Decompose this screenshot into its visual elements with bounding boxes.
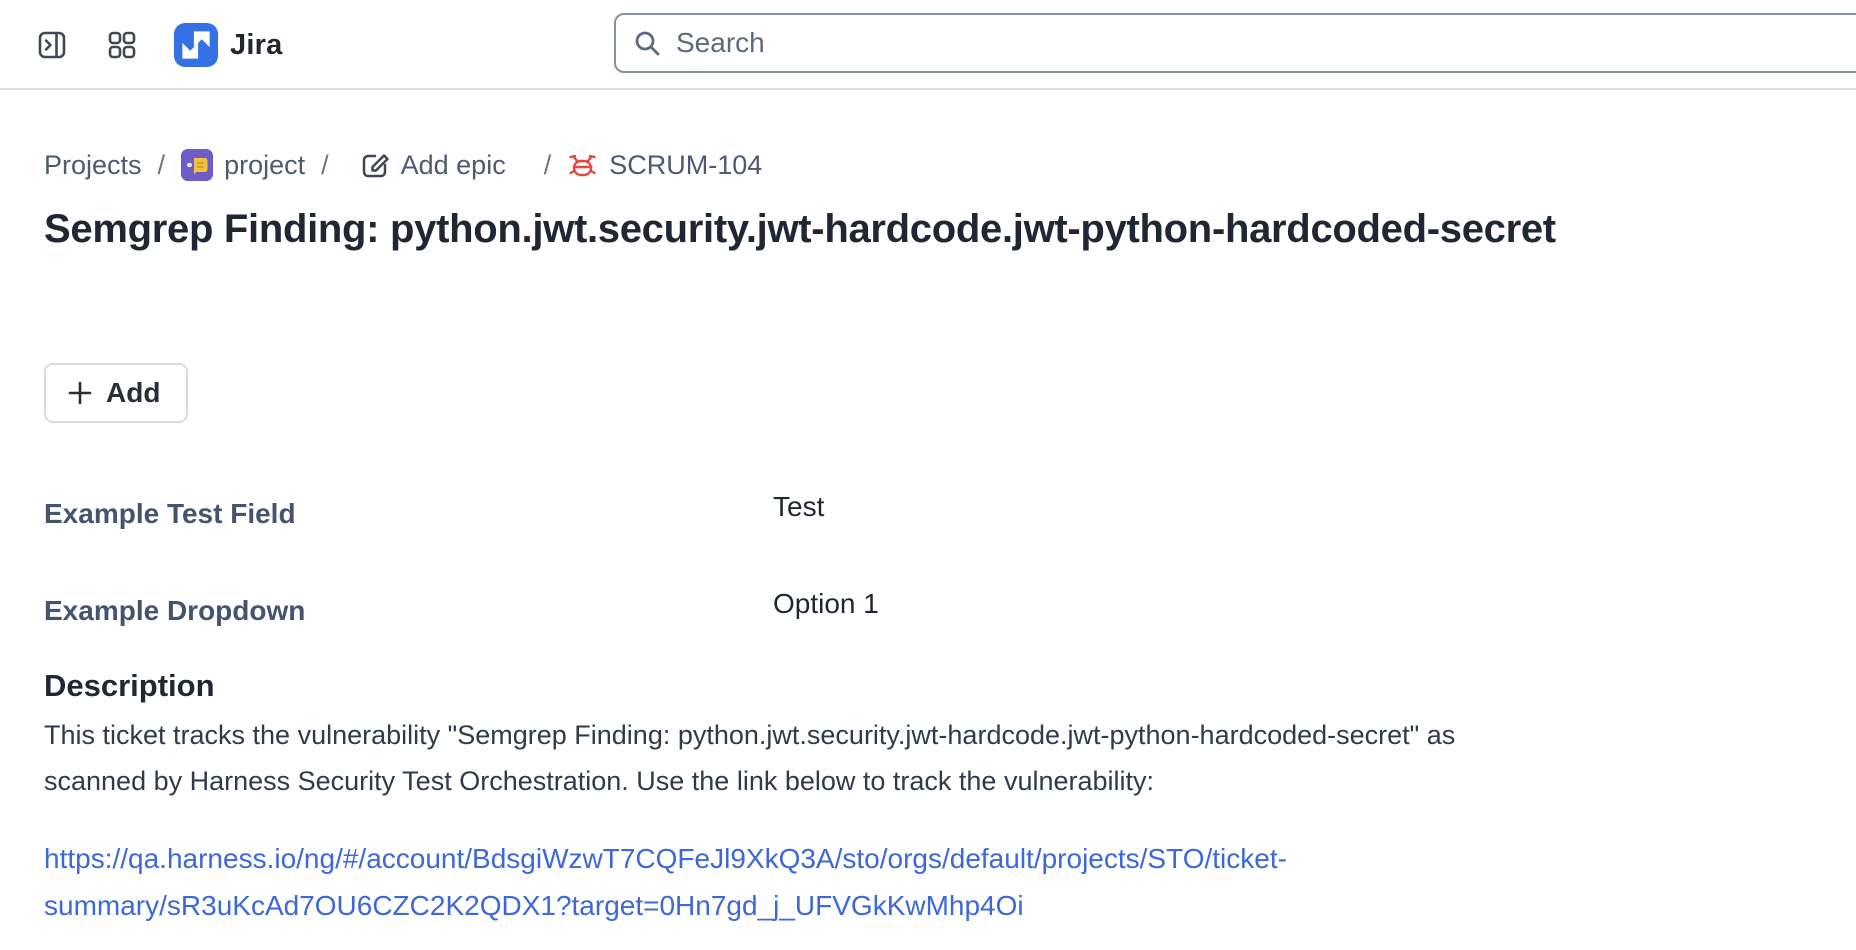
add-button[interactable]: Add bbox=[44, 363, 188, 423]
breadcrumb-separator: / bbox=[544, 150, 552, 181]
breadcrumb-issue[interactable]: SCRUM-104 bbox=[567, 150, 762, 181]
search-input[interactable] bbox=[676, 27, 1856, 59]
breadcrumb: Projects / project / Add epic / bbox=[44, 144, 762, 186]
breadcrumb-add-epic[interactable]: Add epic bbox=[359, 150, 506, 181]
app-title: Jira bbox=[230, 0, 282, 90]
search-icon bbox=[632, 28, 662, 58]
field-label-example-test-field: Example Test Field bbox=[44, 498, 296, 530]
global-search[interactable] bbox=[614, 13, 1856, 73]
project-avatar-icon bbox=[181, 149, 213, 181]
vulnerability-link[interactable]: https://qa.harness.io/ng/#/account/Bdsgi… bbox=[44, 835, 1549, 929]
issue-title: Semgrep Finding: python.jwt.security.jwt… bbox=[44, 202, 1564, 256]
description-heading: Description bbox=[44, 668, 215, 704]
breadcrumb-separator: / bbox=[158, 150, 166, 181]
description-body: This ticket tracks the vulnerability "Se… bbox=[44, 712, 1549, 804]
field-value-example-dropdown[interactable]: Option 1 bbox=[773, 588, 879, 620]
field-label-example-dropdown: Example Dropdown bbox=[44, 595, 305, 627]
edit-epic-icon bbox=[359, 150, 390, 181]
add-button-label: Add bbox=[106, 377, 160, 409]
breadcrumb-separator: / bbox=[321, 150, 329, 181]
app-grid-icon bbox=[107, 30, 137, 60]
field-value-example-test-field[interactable]: Test bbox=[773, 491, 824, 523]
breadcrumb-add-epic-label: Add epic bbox=[401, 150, 506, 181]
breadcrumb-project[interactable]: project bbox=[181, 149, 305, 181]
bug-icon bbox=[567, 150, 598, 181]
app-switcher-button[interactable] bbox=[104, 27, 140, 63]
breadcrumb-issue-key: SCRUM-104 bbox=[609, 150, 762, 181]
jira-logo[interactable] bbox=[174, 23, 218, 67]
expand-sidebar-icon bbox=[36, 29, 68, 61]
plus-icon bbox=[66, 379, 94, 407]
breadcrumb-project-label: project bbox=[224, 150, 305, 181]
breadcrumb-projects[interactable]: Projects bbox=[44, 150, 142, 181]
top-navigation-bar: Jira bbox=[0, 0, 1856, 90]
expand-sidebar-button[interactable] bbox=[34, 27, 70, 63]
